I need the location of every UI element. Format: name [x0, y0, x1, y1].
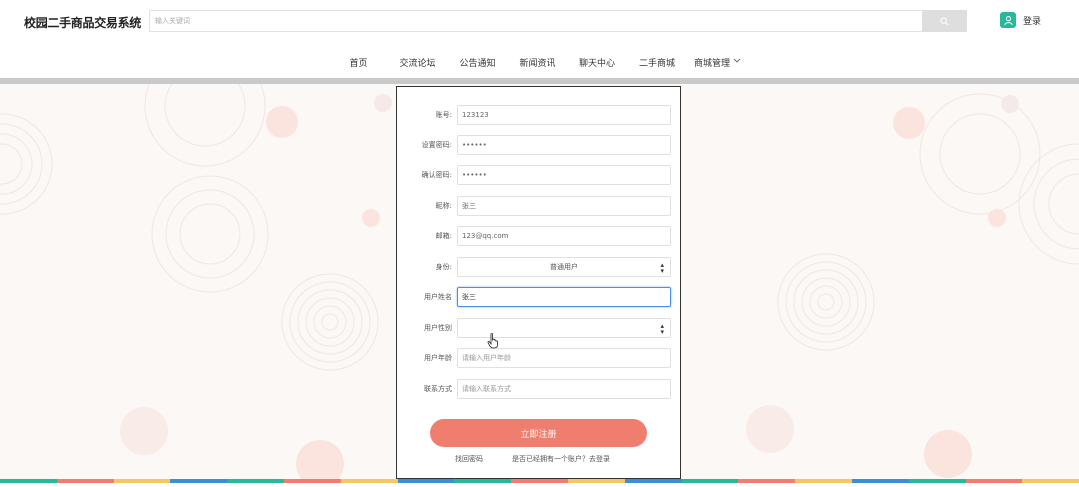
form-row-password: 设置密码:	[397, 135, 682, 155]
age-input[interactable]	[457, 348, 671, 368]
form-row-contact: 联系方式	[397, 379, 682, 399]
contact-label: 联系方式	[424, 385, 452, 393]
login-button[interactable]: 登录	[1000, 12, 1041, 28]
form-row-gender: 用户性别 ▴ ▾	[397, 318, 682, 338]
chevron-down-icon	[733, 58, 741, 63]
forgot-password-link[interactable]: 找回密码	[455, 454, 483, 464]
email-input[interactable]	[457, 226, 671, 246]
password-label: 设置密码:	[421, 141, 452, 149]
nickname-label: 昵称:	[435, 202, 452, 210]
age-label: 用户年龄	[424, 354, 452, 362]
login-label: 登录	[1023, 16, 1042, 27]
nickname-input[interactable]	[457, 196, 671, 216]
email-label: 邮箱:	[435, 232, 452, 240]
real-name-label: 用户姓名	[424, 293, 452, 301]
nav-item-label: 商城管理	[693, 59, 730, 69]
form-row-account: 账号:	[397, 105, 682, 125]
form-row-role: 身份: 普通用户 ▴ ▾	[397, 257, 682, 277]
account-input[interactable]	[457, 105, 671, 125]
search-icon	[940, 16, 949, 25]
select-arrows-icon: ▴ ▾	[660, 261, 664, 275]
search-input[interactable]	[149, 10, 923, 32]
nav-item-label: 公告通知	[459, 59, 496, 69]
go-login-link[interactable]: 是否已经拥有一个账户？去登录	[512, 454, 610, 464]
form-row-nickname: 昵称:	[397, 196, 682, 216]
site-title[interactable]: 校园二手商品交易系统	[24, 14, 141, 31]
search-button[interactable]	[922, 10, 967, 32]
select-arrows-icon: ▴ ▾	[660, 322, 664, 336]
contact-input[interactable]	[457, 379, 671, 399]
nav-item-label: 交流论坛	[399, 59, 436, 69]
top-header: 校园二手商品交易系统 登录	[0, 0, 1079, 44]
footer-stripe	[0, 479, 1079, 487]
nav-item-label: 聊天中心	[578, 59, 615, 69]
confirm-password-input[interactable]	[457, 165, 671, 185]
register-button[interactable]: 立即注册	[430, 419, 647, 447]
form-row-confirm-password: 确认密码:	[397, 165, 682, 185]
role-label: 身份:	[435, 263, 452, 271]
password-input[interactable]	[457, 135, 671, 155]
confirm-password-label: 确认密码:	[421, 171, 452, 179]
gender-label: 用户性别	[424, 324, 452, 332]
form-row-age: 用户年龄	[397, 348, 682, 368]
form-row-email: 邮箱:	[397, 226, 682, 246]
real-name-input[interactable]	[457, 287, 671, 307]
register-form: 账号: 设置密码: 确认密码: 昵称: 邮箱: 身份: 普通用户 ▴▾ 用户姓名…	[396, 86, 681, 479]
role-select-value: 普通用户	[550, 263, 578, 271]
hand-cursor-icon	[487, 333, 498, 349]
nav-item-label: 首页	[349, 59, 368, 69]
nav-item-label: 二手商城	[638, 59, 675, 69]
nav-item-label: 新闻资讯	[519, 59, 556, 69]
account-label: 账号:	[435, 111, 452, 119]
user-icon	[1000, 12, 1016, 28]
role-select[interactable]: 普通用户 ▴ ▾	[457, 257, 671, 277]
form-row-real-name: 用户姓名	[397, 287, 682, 307]
